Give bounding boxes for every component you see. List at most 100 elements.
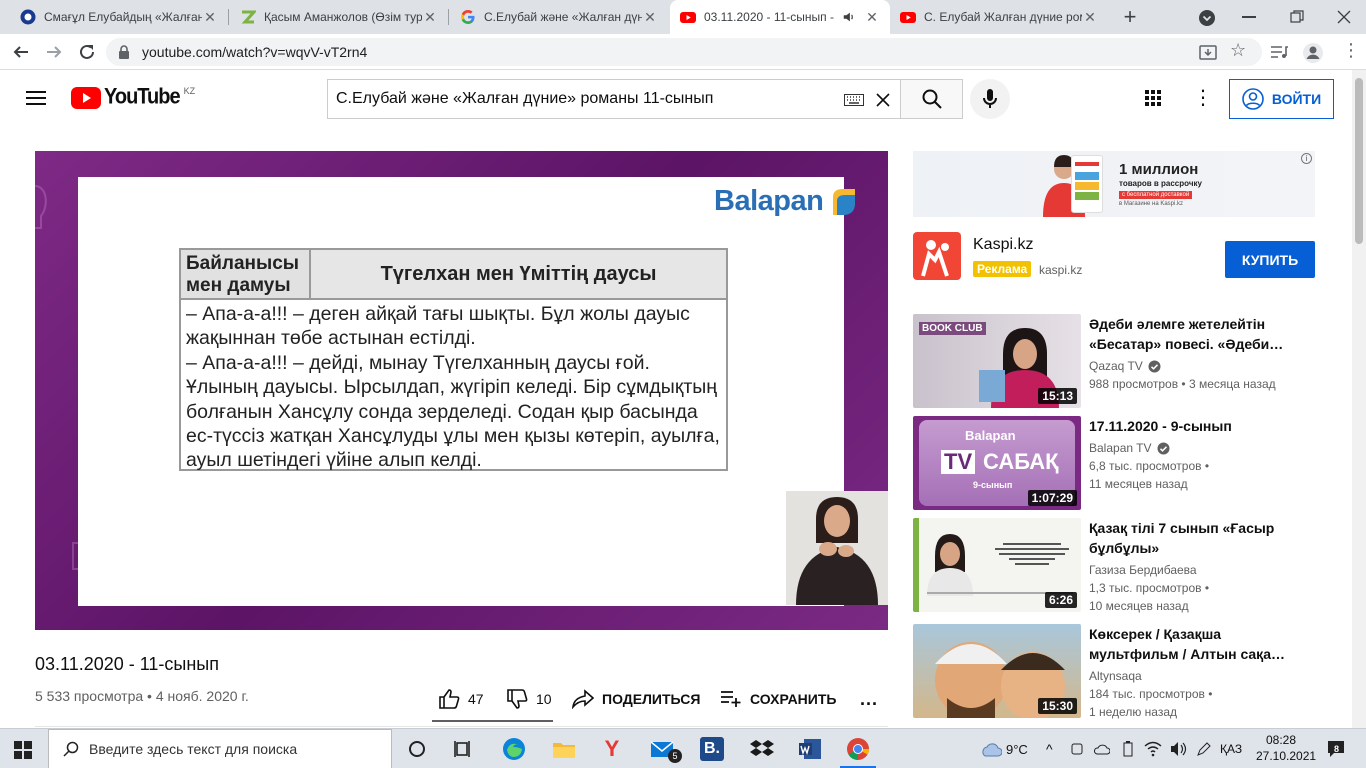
tray-expand-icon[interactable]: ^	[1046, 729, 1053, 768]
sign-in-button[interactable]: ВОЙТИ	[1229, 79, 1334, 119]
forward-arrow-icon[interactable]	[45, 43, 63, 61]
browser-menu-icon[interactable]: ⋮	[1342, 40, 1360, 60]
ad-banner[interactable]: 1 миллион товаров в рассрочку с бесплатн…	[913, 151, 1315, 217]
close-icon[interactable]: ✕	[642, 9, 658, 26]
upload-age: 10 месяцев назад	[1089, 599, 1189, 613]
video-title[interactable]: Көксерек / Қазақша мультфильм / Алтын са…	[1089, 624, 1289, 664]
close-icon[interactable]: ✕	[864, 9, 880, 26]
close-icon[interactable]: ✕	[1082, 9, 1098, 26]
recommended-video[interactable]: Balapan TV САБАҚ 9-сынып 1:07:29 17.11.2…	[913, 416, 1333, 510]
clear-search-icon[interactable]	[876, 93, 890, 107]
reload-icon[interactable]	[78, 43, 96, 61]
onedrive-icon[interactable]	[1094, 742, 1110, 756]
profile-icon[interactable]	[1302, 42, 1324, 64]
like-ratio-bar	[432, 720, 553, 722]
video-thumbnail[interactable]: 6:26	[913, 518, 1081, 612]
tab-search-icon[interactable]	[1198, 9, 1216, 27]
like-button[interactable]: 47	[438, 686, 484, 712]
brand-text: Balapan	[714, 185, 824, 217]
save-button[interactable]: СОХРАНИТЬ	[720, 686, 836, 712]
channel-name-row[interactable]: Balapan TV	[1089, 441, 1170, 455]
tab-1[interactable]: Қасым Аманжолов (Өзім тура ✕	[230, 0, 448, 34]
video-thumbnail[interactable]: Balapan TV САБАҚ 9-сынып 1:07:29	[913, 416, 1081, 510]
video-title[interactable]: 17.11.2020 - 9-сынып	[1089, 416, 1289, 436]
tab-2[interactable]: С.Елубай және «Жалған дүние ✕	[450, 0, 668, 34]
video-player[interactable]: Balapan Байланысы мен дамуы Түгелхан мен…	[35, 151, 888, 630]
pen-icon[interactable]	[1196, 741, 1212, 757]
search-button[interactable]	[900, 79, 963, 119]
video-title[interactable]: Әдеби әлемге жетелейтін «Бесатар» повесі…	[1089, 314, 1289, 354]
chrome-icon[interactable]	[846, 737, 870, 761]
speaker-icon[interactable]	[842, 10, 856, 24]
weather-widget[interactable]: 9°C	[980, 729, 1028, 768]
dropbox-icon[interactable]	[750, 737, 774, 761]
yandex-browser-icon[interactable]: Y	[600, 737, 624, 761]
save-label: СОХРАНИТЬ	[750, 691, 837, 707]
dislike-button[interactable]: 10	[506, 686, 552, 712]
recommended-video[interactable]: 6:26 Қазақ тілі 7 сынып «Ғасыр бұлбұлы» …	[913, 518, 1333, 613]
clock[interactable]: 08:28 27.10.2021	[1256, 732, 1316, 764]
scrollbar-thumb[interactable]	[1355, 78, 1363, 244]
task-view-icon[interactable]	[452, 737, 476, 761]
page-scrollbar[interactable]	[1352, 70, 1366, 728]
file-explorer-icon[interactable]	[552, 737, 576, 761]
channel-name[interactable]: Altynsaqa	[1089, 669, 1142, 683]
tab-3-active[interactable]: 03.11.2020 - 11-сынып - ✕	[670, 0, 890, 34]
tab-0[interactable]: Смағұл Елубайдың «Жалған дү ✕	[10, 0, 228, 34]
apps-grid-icon[interactable]	[1145, 90, 1161, 106]
url-text[interactable]: youtube.com/watch?v=wqvV-vT2rn4	[142, 44, 367, 60]
ad-info-icon[interactable]: i	[1301, 153, 1312, 164]
vk-bizness-icon[interactable]: B.	[700, 737, 724, 761]
lock-icon[interactable]	[118, 45, 130, 59]
bookmark-star-icon[interactable]: ☆	[1230, 40, 1246, 61]
video-duration: 15:30	[1038, 698, 1077, 714]
channel-name-row[interactable]: Qazaq TV	[1089, 359, 1161, 373]
lesson-slide: Balapan Байланысы мен дамуы Түгелхан мен…	[78, 177, 888, 606]
share-button[interactable]: ПОДЕЛИТЬСЯ	[572, 686, 700, 712]
buy-button[interactable]: КУПИТЬ	[1225, 241, 1315, 278]
install-app-icon[interactable]	[1199, 44, 1217, 62]
video-thumbnail[interactable]: 15:30	[913, 624, 1081, 718]
close-icon[interactable]: ✕	[202, 9, 218, 26]
word-icon[interactable]	[798, 737, 822, 761]
tab-4[interactable]: С. Елубай Жалған дүние ром ✕	[890, 0, 1108, 34]
volume-icon[interactable]	[1170, 741, 1188, 757]
taskbar-search-input[interactable]: Введите здесь текст для поиска	[48, 729, 392, 768]
view-count: 1,3 тыс. просмотров	[1089, 581, 1202, 595]
video-thumbnail[interactable]: BOOK CLUB 15:13	[913, 314, 1081, 408]
search-input[interactable]: С.Елубай және «Жалған дүние» романы 11-с…	[327, 79, 900, 119]
edge-browser-icon[interactable]	[502, 737, 526, 761]
search-value[interactable]: С.Елубай және «Жалған дүние» романы 11-с…	[336, 90, 713, 108]
thumb-teacher-icon	[927, 534, 973, 596]
new-tab-icon[interactable]: +	[1118, 5, 1142, 29]
video-title[interactable]: Қазақ тілі 7 сынып «Ғасыр бұлбұлы»	[1089, 518, 1289, 558]
battery-icon[interactable]	[1120, 741, 1136, 757]
hamburger-menu-icon[interactable]	[26, 90, 46, 106]
youtube-logo[interactable]: YouTube KZ	[71, 85, 195, 109]
ad-delivery: с бесплатной доставкой	[1119, 191, 1193, 199]
media-control-icon[interactable]	[1270, 44, 1288, 60]
table-header-left: Байланысы мен дамуы	[181, 250, 311, 300]
keyboard-icon[interactable]	[844, 94, 864, 106]
window-close-icon[interactable]	[1337, 10, 1351, 24]
more-actions-button[interactable]: ...	[860, 686, 878, 712]
voice-search-button[interactable]	[970, 79, 1010, 119]
ad-domain: kaspi.kz	[1039, 263, 1083, 277]
language-indicator[interactable]: ҚАЗ	[1220, 729, 1242, 768]
close-icon[interactable]: ✕	[422, 9, 438, 26]
windows-start-icon[interactable]	[14, 741, 32, 759]
wifi-icon[interactable]	[1144, 741, 1162, 757]
channel-name[interactable]: Газиза Бердибаева	[1089, 563, 1197, 577]
minimize-icon[interactable]	[1242, 16, 1256, 18]
settings-dots-icon[interactable]: ⋮	[1193, 86, 1213, 110]
cortana-icon[interactable]	[405, 737, 429, 761]
restore-icon[interactable]	[1290, 10, 1304, 24]
ad-advertiser-row[interactable]: Kaspi.kz Реклама kaspi.kz КУПИТЬ	[913, 232, 1315, 284]
address-bar[interactable]: youtube.com/watch?v=wqvV-vT2rn4	[106, 38, 1262, 66]
recommended-video[interactable]: BOOK CLUB 15:13 Әдеби әлемге жетелейтін …	[913, 314, 1333, 408]
meet-now-icon[interactable]	[1070, 742, 1084, 756]
recommended-video[interactable]: 15:30 Көксерек / Қазақша мультфильм / Ал…	[913, 624, 1333, 719]
back-arrow-icon[interactable]	[12, 43, 30, 61]
thumb-tv: TV	[941, 450, 976, 474]
balapan-leaf-icon	[833, 188, 856, 215]
